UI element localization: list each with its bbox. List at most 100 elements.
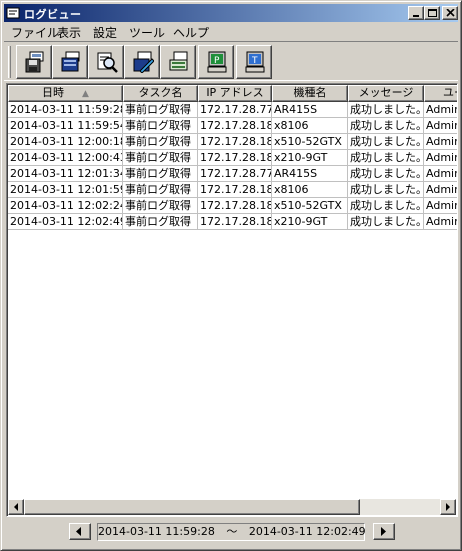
maximize-icon: [428, 9, 437, 17]
cell-ip: 172.17.28.77: [198, 166, 272, 182]
cell-task: 事前ログ取得: [123, 214, 198, 230]
device-log-button[interactable]: [160, 45, 196, 79]
column-task[interactable]: タスク名: [123, 85, 198, 102]
table-row[interactable]: 2014-03-11 11:59:28 事前ログ取得 172.17.28.77 AR4…: [8, 102, 457, 118]
list-rows: 2014-03-11 11:59:28 事前ログ取得 172.17.28.77 AR4…: [8, 102, 457, 230]
cell-message: 成功しました。: [348, 150, 424, 166]
scroll-left-button[interactable]: [8, 499, 24, 515]
cell-model: x210-9GT: [272, 214, 348, 230]
cell-task: 事前ログ取得: [123, 134, 198, 150]
svg-text:P: P: [214, 56, 220, 66]
log-list-button[interactable]: [52, 45, 88, 79]
table-row[interactable]: 2014-03-11 12:00:18事前ログ取得172.17.28.186x5…: [8, 134, 457, 150]
menu-settings[interactable]: 設定: [90, 25, 120, 41]
svg-text:T: T: [251, 56, 258, 66]
menu-view[interactable]: 表示: [54, 25, 84, 41]
cell-datetime: 2014-03-11 12:02:49: [8, 214, 123, 230]
cell-model: AR415S: [272, 166, 348, 182]
range-start: 2014-03-11 11:59:28: [98, 525, 215, 538]
range-end: 2014-03-11 12:02:49: [248, 525, 366, 538]
table-row[interactable]: 2014-03-11 12:01:59事前ログ取得172.17.28.185x8…: [8, 182, 457, 198]
cell-model: AR415S: [272, 102, 348, 118]
cell-task: 事前ログ取得: [123, 150, 198, 166]
cell-message: 成功しました。: [348, 166, 424, 182]
search-log-button[interactable]: [88, 45, 124, 79]
scroll-thumb[interactable]: [24, 499, 360, 515]
arrow-left-icon: [76, 527, 81, 536]
previous-range-button[interactable]: [69, 523, 91, 540]
table-row[interactable]: 2014-03-11 12:00:43事前ログ取得172.17.28.187x2…: [8, 150, 457, 166]
horizontal-scrollbar[interactable]: [8, 499, 456, 515]
scroll-right-button[interactable]: [440, 499, 456, 515]
cell-ip: 172.17.28.186: [198, 198, 272, 214]
cell-model: x210-9GT: [272, 150, 348, 166]
log-list[interactable]: 日時 ▲ タスク名 IP アドレス 機種名 メッセージ ユー 2014-03-11…: [6, 83, 458, 517]
arrow-left-icon: [14, 503, 18, 511]
maximize-button[interactable]: [424, 6, 440, 20]
column-message[interactable]: メッセージ: [348, 85, 424, 102]
column-label: 日時: [42, 86, 65, 99]
cell-datetime: 2014-03-11 12:02:24: [8, 198, 123, 214]
next-range-button[interactable]: [373, 523, 395, 540]
log-list-icon: [61, 51, 80, 72]
close-icon: [446, 9, 455, 17]
close-button[interactable]: [442, 6, 458, 20]
save-log-icon: [25, 51, 44, 73]
sort-ascending-icon: ▲: [82, 89, 89, 99]
cell-model: x8106: [272, 118, 348, 134]
cell-user: Admini: [424, 118, 457, 134]
column-ip[interactable]: IP アドレス: [198, 85, 272, 102]
terminal-t-icon: T: [245, 51, 265, 73]
table-row[interactable]: 2014-03-11 12:01:34 事前ログ取得 172.17.28.77 AR4…: [8, 166, 457, 182]
edit-log-icon: [133, 51, 154, 73]
toolbar-grip[interactable]: [8, 46, 11, 78]
menu-bar: ファイル 表示 設定 ツール ヘルプ: [4, 23, 458, 41]
minimize-button[interactable]: [408, 6, 424, 20]
edit-log-button[interactable]: [124, 45, 160, 79]
save-log-button[interactable]: [16, 45, 52, 79]
arrow-right-icon: [381, 527, 386, 536]
cell-datetime: 2014-03-11 12:01:34: [8, 166, 123, 182]
cell-user: Admini: [424, 150, 457, 166]
terminal-t-button[interactable]: T: [236, 45, 272, 79]
cell-message: 成功しました。: [348, 102, 424, 118]
cell-user: Admini: [424, 214, 457, 230]
cell-datetime: 2014-03-11 12:01:59: [8, 182, 123, 198]
cell-user: Admini: [424, 102, 457, 118]
column-model[interactable]: 機種名: [272, 85, 348, 102]
cell-model: x510-52GTX: [272, 198, 348, 214]
column-datetime[interactable]: 日時 ▲: [8, 85, 123, 102]
cell-message: 成功しました。: [348, 182, 424, 198]
cell-message: 成功しました。: [348, 134, 424, 150]
minimize-icon: [413, 15, 419, 17]
cell-ip: 172.17.28.77: [198, 102, 272, 118]
device-log-icon: [169, 51, 188, 71]
menu-help[interactable]: ヘルプ: [170, 25, 212, 41]
date-range-display: 2014-03-11 11:59:28 ～ 2014-03-11 12:02:4…: [97, 523, 366, 541]
column-user[interactable]: ユー: [424, 85, 457, 102]
log-view-window: ログビュー ファイル 表示 設定 ツール ヘルプ P T 日時 ▲ タスク名 I…: [0, 0, 462, 551]
cell-message: 成功しました。: [348, 118, 424, 134]
terminal-p-icon: P: [207, 51, 227, 73]
table-row[interactable]: 2014-03-11 12:02:49事前ログ取得172.17.28.187x2…: [8, 214, 457, 230]
cell-datetime: 2014-03-11 12:00:43: [8, 150, 123, 166]
cell-model: x510-52GTX: [272, 134, 348, 150]
table-row[interactable]: 2014-03-11 12:02:24事前ログ取得172.17.28.186x5…: [8, 198, 457, 214]
range-separator: ～: [226, 525, 238, 538]
cell-task: 事前ログ取得: [123, 166, 198, 182]
cell-model: x8106: [272, 182, 348, 198]
cell-user: Admini: [424, 134, 457, 150]
cell-task: 事前ログ取得: [123, 182, 198, 198]
cell-ip: 172.17.28.186: [198, 134, 272, 150]
table-row[interactable]: 2014-03-11 11:59:54事前ログ取得172.17.28.185x8…: [8, 118, 457, 134]
cell-ip: 172.17.28.185: [198, 118, 272, 134]
menu-tools[interactable]: ツール: [126, 25, 168, 41]
list-header: 日時 ▲ タスク名 IP アドレス 機種名 メッセージ ユー: [8, 85, 457, 102]
search-log-icon: [97, 52, 118, 73]
terminal-p-button[interactable]: P: [198, 45, 234, 79]
cell-user: Admini: [424, 166, 457, 182]
cell-task: 事前ログ取得: [123, 118, 198, 134]
cell-ip: 172.17.28.187: [198, 150, 272, 166]
cell-datetime: 2014-03-11 11:59:54: [8, 118, 123, 134]
title-bar[interactable]: ログビュー: [4, 4, 458, 22]
